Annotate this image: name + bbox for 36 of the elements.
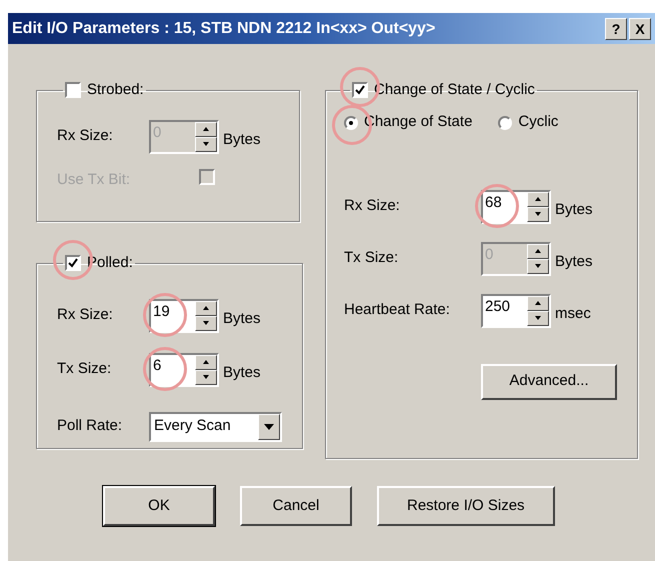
- help-button[interactable]: ?: [605, 18, 627, 40]
- radio-label: Change of State: [364, 112, 472, 132]
- checkbox[interactable]: [65, 82, 81, 98]
- radio-button[interactable]: [498, 116, 512, 130]
- group-label: Change of State / Cyclic: [374, 80, 535, 100]
- dropdown-value: Every Scan: [153, 416, 232, 436]
- advanced-button[interactable]: Advanced...: [481, 364, 617, 400]
- checkbox[interactable]: [352, 82, 368, 98]
- unit-label: Bytes: [555, 200, 593, 220]
- check-icon: [355, 85, 365, 96]
- dialog-button[interactable]: Cancel: [240, 486, 352, 526]
- field-label: Rx Size:: [344, 196, 401, 216]
- dialog-button[interactable]: Restore I/O Sizes: [377, 486, 555, 526]
- field-label: Heartbeat Rate:: [344, 300, 451, 320]
- field-label: Poll Rate:: [57, 416, 124, 436]
- dropdown-button[interactable]: [258, 414, 280, 440]
- checkbox[interactable]: [65, 255, 81, 272]
- unit-label: Bytes: [223, 309, 261, 330]
- unit-label: Bytes: [223, 130, 261, 150]
- field-label: Rx Size:: [57, 126, 114, 146]
- window-title: Edit I/O Parameters : 15, STB NDN 2212 In<xx> Out<yy>: [12, 18, 436, 38]
- close-button[interactable]: X: [629, 18, 651, 40]
- radio-label: Cyclic: [518, 112, 558, 132]
- check-icon: [68, 258, 78, 268]
- group-label: Polled:: [87, 253, 133, 273]
- field-label: Tx Size:: [344, 248, 400, 268]
- caret-icon: [264, 424, 274, 430]
- field-label: Rx Size:: [57, 305, 114, 326]
- poll-rate-dropdown[interactable]: Every Scan: [149, 412, 282, 442]
- field-label: Tx Size:: [57, 359, 112, 380]
- unit-label: msec: [555, 304, 591, 324]
- group-label: Strobed:: [87, 80, 144, 100]
- unit-label: Bytes: [555, 252, 593, 272]
- unit-label: Bytes: [223, 363, 261, 384]
- radio-button[interactable]: [344, 116, 358, 130]
- dialog-button[interactable]: OK: [103, 486, 215, 526]
